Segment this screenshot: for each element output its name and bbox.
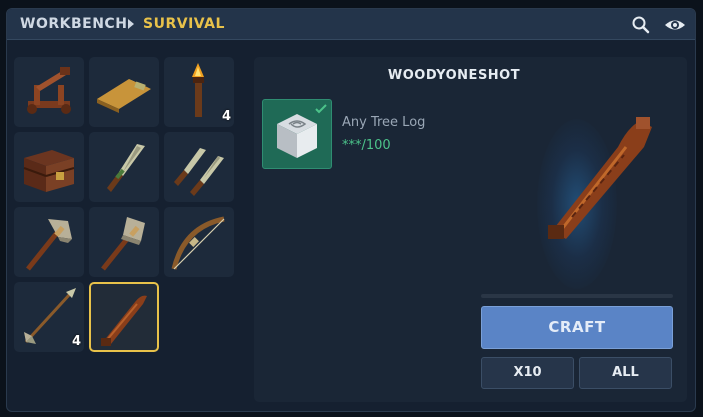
- recipe-slot-stone-knife[interactable]: [89, 132, 159, 202]
- woodyoneshot-icon: [101, 295, 147, 346]
- recipe-slot-torch[interactable]: 4: [164, 57, 234, 127]
- ingredient-quantity: ***/100: [342, 138, 391, 153]
- header-bar: WORKBENCH SURVIVAL: [7, 9, 695, 40]
- bow-icon: [171, 216, 225, 270]
- stone-axe-icon: [26, 219, 72, 271]
- dual-knives-icon: [174, 148, 224, 196]
- recipe-slot-stone-axe[interactable]: [14, 207, 84, 277]
- craft-progress-bar: [481, 294, 673, 298]
- slot-count: 4: [221, 109, 231, 124]
- recipe-grid: 4 4: [14, 57, 244, 357]
- eye-icon[interactable]: [664, 15, 685, 35]
- recipe-detail-panel: WOODYONESHOT Any Tree Log ***/100 CRAFT …: [254, 57, 687, 402]
- recipe-slot-bow[interactable]: [164, 207, 234, 277]
- craft-button[interactable]: CRAFT: [481, 306, 673, 349]
- recipe-slot-woodyoneshot[interactable]: [89, 282, 159, 352]
- stone-knife-icon: [107, 144, 145, 192]
- slot-count: 4: [71, 334, 81, 349]
- breadcrumb-survival: SURVIVAL: [143, 16, 225, 32]
- recipe-slot-storage-chest[interactable]: [14, 132, 84, 202]
- item-title: WOODYONESHOT: [387, 68, 521, 83]
- bedroll-icon: [97, 79, 151, 113]
- recipe-slot-stone-hammer[interactable]: [89, 207, 159, 277]
- catapult-icon: [27, 67, 71, 114]
- stone-hammer-icon: [101, 217, 145, 271]
- ingredient-name: Any Tree Log: [342, 115, 426, 130]
- recipe-slot-bedroll[interactable]: [89, 57, 159, 127]
- craft-x10-button[interactable]: X10: [481, 357, 574, 389]
- breadcrumb-arrow-icon: [128, 19, 134, 29]
- ingredient-slot[interactable]: [262, 99, 332, 169]
- recipe-slot-dual-knives[interactable]: [164, 132, 234, 202]
- search-icon[interactable]: [631, 15, 651, 35]
- recipe-slot-arrow[interactable]: 4: [14, 282, 84, 352]
- chest-icon: [23, 150, 75, 192]
- crafting-window: WORKBENCH SURVIVAL 4 4 WOODYONESHOT Any …: [6, 8, 696, 412]
- item-preview-woodyoneshot: [548, 117, 652, 239]
- check-icon: [315, 104, 327, 114]
- breadcrumb-workbench[interactable]: WORKBENCH: [20, 16, 127, 32]
- craft-all-button[interactable]: ALL: [579, 357, 672, 389]
- recipe-slot-catapult[interactable]: [14, 57, 84, 127]
